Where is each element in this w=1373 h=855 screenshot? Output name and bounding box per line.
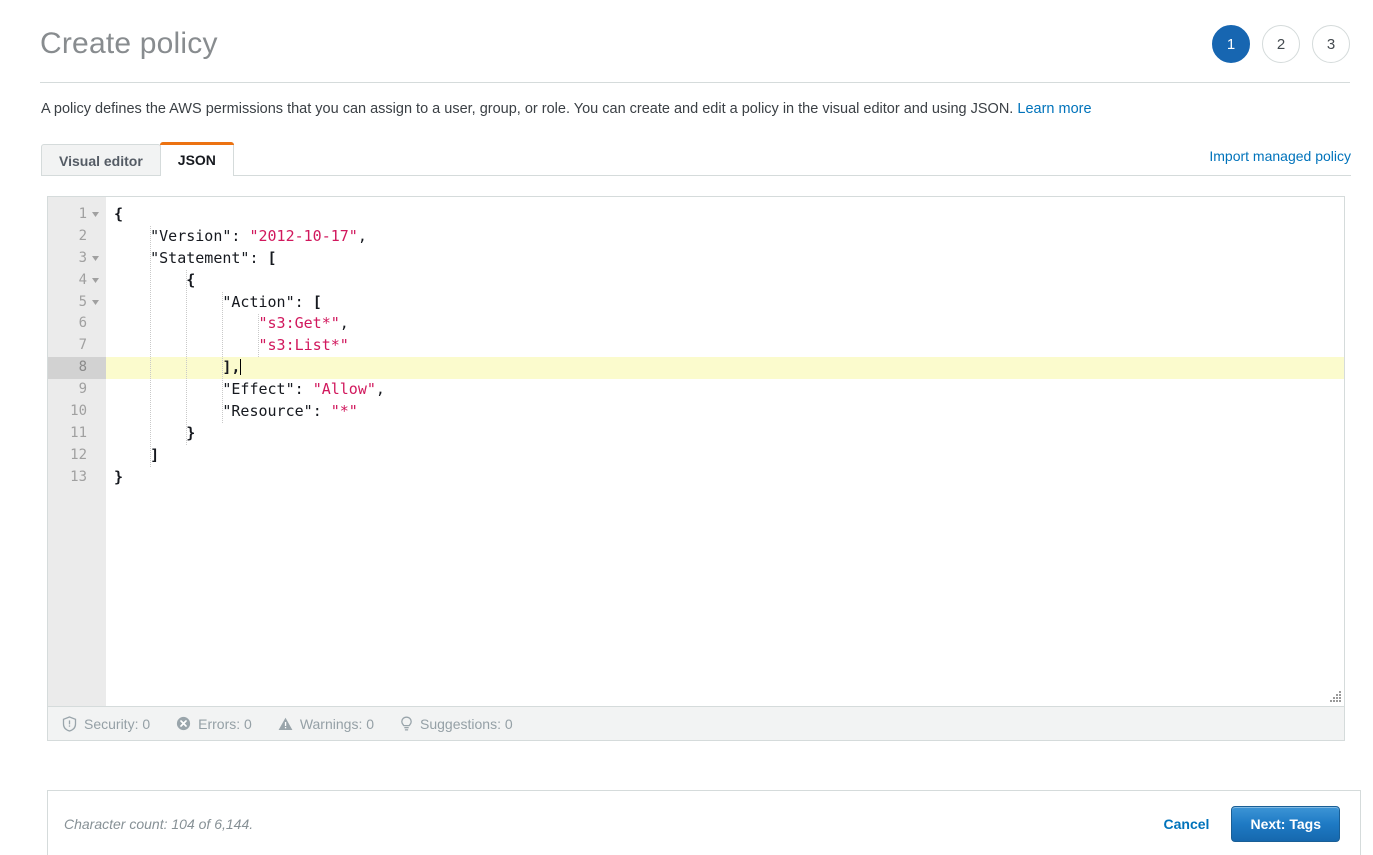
step-indicator-1[interactable]: 1 bbox=[1212, 25, 1250, 63]
step-indicator-3[interactable]: 3 bbox=[1312, 25, 1350, 63]
code-line: ] bbox=[106, 445, 1344, 467]
cancel-button[interactable]: Cancel bbox=[1164, 816, 1210, 832]
code-line: "Action": [ bbox=[106, 292, 1344, 314]
status-item-label: Suggestions: 0 bbox=[420, 716, 513, 732]
page-header: Create policy 123 bbox=[40, 8, 1350, 80]
gutter-line: 12 bbox=[48, 445, 106, 467]
footer-action-bar: Character count: 104 of 6,144. Cancel Ne… bbox=[47, 790, 1361, 855]
tab-json[interactable]: JSON bbox=[160, 142, 234, 176]
code-line: "s3:Get*", bbox=[106, 313, 1344, 335]
next-tags-button[interactable]: Next: Tags bbox=[1231, 806, 1340, 842]
status-item-suggestions: Suggestions: 0 bbox=[400, 716, 513, 732]
lightbulb-icon bbox=[400, 716, 413, 732]
code-line-text: "Statement": [ bbox=[106, 249, 277, 267]
gutter-line: 6 bbox=[48, 313, 106, 335]
page-description: A policy defines the AWS permissions tha… bbox=[41, 99, 1361, 119]
line-number: 13 bbox=[70, 467, 87, 489]
code-line-text: "Action": [ bbox=[106, 293, 322, 311]
code-line: "Version": "2012-10-17", bbox=[106, 226, 1344, 248]
status-item-label: Errors: 0 bbox=[198, 716, 252, 732]
text-cursor bbox=[240, 359, 241, 375]
line-number-gutter: 12345678910111213 bbox=[48, 197, 106, 706]
gutter-line: 2 bbox=[48, 226, 106, 248]
line-number: 8 bbox=[79, 357, 87, 379]
gutter-line: 13 bbox=[48, 467, 106, 489]
gutter-line: 8 bbox=[48, 357, 106, 379]
status-item-label: Warnings: 0 bbox=[300, 716, 374, 732]
gutter-line: 7 bbox=[48, 335, 106, 357]
code-line: } bbox=[106, 423, 1344, 445]
tabs-underline bbox=[41, 175, 1351, 176]
gutter-line: 10 bbox=[48, 401, 106, 423]
gutter-line: 4 bbox=[48, 270, 106, 292]
fold-toggle-icon[interactable] bbox=[90, 300, 101, 305]
json-editor-panel: 12345678910111213 { "Version": "2012-10-… bbox=[47, 196, 1345, 741]
code-line: "Resource": "*" bbox=[106, 401, 1344, 423]
line-number: 12 bbox=[70, 445, 87, 467]
code-line-text: } bbox=[106, 468, 123, 486]
editor-tabs: Visual editorJSON bbox=[41, 142, 1351, 176]
gutter-line: 1 bbox=[48, 204, 106, 226]
code-line: { bbox=[106, 204, 1344, 226]
line-number: 11 bbox=[70, 423, 87, 445]
line-number: 7 bbox=[79, 335, 87, 357]
page-title: Create policy bbox=[40, 26, 218, 62]
code-area[interactable]: { "Version": "2012-10-17", "Statement": … bbox=[106, 197, 1344, 706]
tab-visual-editor[interactable]: Visual editor bbox=[41, 144, 161, 176]
shield-icon bbox=[62, 716, 77, 732]
code-line-text: ], bbox=[106, 358, 241, 376]
code-line: ], bbox=[106, 357, 1344, 379]
fold-toggle-icon[interactable] bbox=[90, 256, 101, 261]
code-line: } bbox=[106, 467, 1344, 489]
learn-more-link[interactable]: Learn more bbox=[1017, 101, 1091, 117]
line-number: 5 bbox=[79, 292, 87, 314]
code-line-text: ] bbox=[106, 446, 159, 464]
line-number: 1 bbox=[79, 204, 87, 226]
step-indicator-2[interactable]: 2 bbox=[1262, 25, 1300, 63]
line-number: 9 bbox=[79, 379, 87, 401]
code-line: { bbox=[106, 270, 1344, 292]
line-number: 10 bbox=[70, 401, 87, 423]
line-number: 4 bbox=[79, 270, 87, 292]
fold-toggle-icon[interactable] bbox=[90, 212, 101, 217]
code-line-text: { bbox=[106, 205, 123, 223]
warning-icon bbox=[278, 717, 293, 731]
code-line-text: "Effect": "Allow", bbox=[106, 380, 385, 398]
code-lines: { "Version": "2012-10-17", "Statement": … bbox=[106, 204, 1344, 489]
json-editor-body[interactable]: 12345678910111213 { "Version": "2012-10-… bbox=[48, 197, 1344, 706]
code-line: "s3:List*" bbox=[106, 335, 1344, 357]
gutter-line: 11 bbox=[48, 423, 106, 445]
line-number: 3 bbox=[79, 248, 87, 270]
line-number: 6 bbox=[79, 313, 87, 335]
code-line-text: "s3:List*" bbox=[106, 336, 349, 354]
step-indicator: 123 bbox=[1212, 25, 1350, 63]
gutter-line: 5 bbox=[48, 292, 106, 314]
code-line-text: } bbox=[106, 424, 195, 442]
line-number: 2 bbox=[79, 226, 87, 248]
status-item-security: Security: 0 bbox=[62, 716, 150, 732]
gutter-line: 3 bbox=[48, 248, 106, 270]
footer-actions: Cancel Next: Tags bbox=[1164, 806, 1360, 842]
description-text: A policy defines the AWS permissions tha… bbox=[41, 101, 1013, 117]
status-item-errors: Errors: 0 bbox=[176, 716, 252, 732]
code-line-text: "Resource": "*" bbox=[106, 402, 358, 420]
code-line: "Effect": "Allow", bbox=[106, 379, 1344, 401]
editor-status-bar: Security: 0 Errors: 0 Warnings: 0 Suggestio… bbox=[48, 706, 1344, 740]
header-divider bbox=[40, 82, 1350, 83]
resize-grip-icon[interactable] bbox=[1329, 691, 1342, 704]
import-managed-policy-link[interactable]: Import managed policy bbox=[1209, 148, 1351, 164]
fold-toggle-icon[interactable] bbox=[90, 278, 101, 283]
character-count: Character count: 104 of 6,144. bbox=[64, 816, 253, 832]
gutter-line: 9 bbox=[48, 379, 106, 401]
code-line-text: { bbox=[106, 271, 195, 289]
code-line-text: "Version": "2012-10-17", bbox=[106, 227, 367, 245]
code-line-text: "s3:Get*", bbox=[106, 314, 349, 332]
code-line: "Statement": [ bbox=[106, 248, 1344, 270]
editor-tabs-row: Visual editorJSON Import managed policy bbox=[41, 142, 1351, 176]
status-item-label: Security: 0 bbox=[84, 716, 150, 732]
status-item-warnings: Warnings: 0 bbox=[278, 716, 374, 732]
error-icon bbox=[176, 716, 191, 731]
create-policy-page: Create policy 123 A policy defines the A… bbox=[0, 0, 1373, 855]
